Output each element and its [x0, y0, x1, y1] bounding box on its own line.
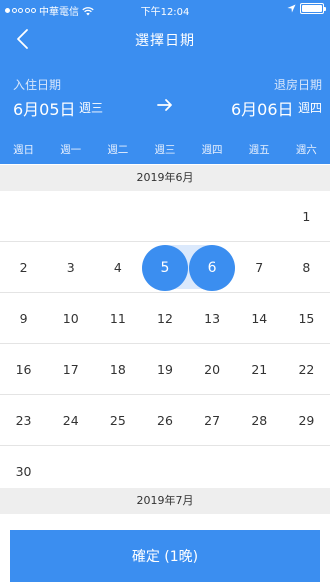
checkin-label: 入住日期: [13, 78, 62, 92]
calendar-day[interactable]: 16: [0, 344, 47, 395]
calendar-day[interactable]: 9: [0, 293, 47, 344]
nav-bar: 選擇日期: [0, 18, 330, 58]
weekday-thu: 週四: [201, 144, 223, 156]
calendar-day[interactable]: 29: [283, 395, 330, 446]
calendar-empty-cell: [236, 191, 283, 242]
status-time: 下午12:04: [140, 7, 190, 18]
calendar-empty-cell: [189, 191, 236, 242]
checkin-weekday: 週三: [79, 101, 104, 115]
calendar-day[interactable]: 13: [189, 293, 236, 344]
calendar-week-row: 16 17 18 19 20 21 22: [0, 344, 330, 395]
calendar-grid-june: 1 2 3 4 5 6 7 8 9 10 11 12 13 14 15 16 17 18 19 20 21 22 23 24 2…: [0, 191, 330, 497]
calendar-day[interactable]: 17: [47, 344, 94, 395]
calendar-day[interactable]: 10: [47, 293, 94, 344]
confirm-button[interactable]: 確定 (1晚): [10, 530, 320, 582]
calendar-day[interactable]: 3: [47, 242, 94, 293]
page-title: 選擇日期: [135, 33, 195, 49]
weekday-sat: 週六: [295, 144, 317, 156]
calendar-day[interactable]: 21: [236, 344, 283, 395]
selected-day-circle: 6: [189, 244, 236, 291]
calendar-week-row: 2345678: [0, 242, 330, 293]
calendar-day[interactable]: 8: [283, 242, 330, 293]
weekday-wed: 週三: [154, 144, 176, 156]
weekday-fri: 週五: [248, 144, 270, 156]
calendar-day[interactable]: 28: [236, 395, 283, 446]
calendar-day[interactable]: 12: [141, 293, 188, 344]
weekday-header-row: 週日 週一 週二 週三 週四 週五 週六: [0, 142, 330, 160]
calendar-day[interactable]: 7: [236, 242, 283, 293]
calendar-day[interactable]: 23: [0, 395, 47, 446]
calendar-day-selected[interactable]: 5: [141, 242, 188, 293]
month-header-june: 2019年6月: [0, 165, 330, 191]
calendar-day[interactable]: 24: [47, 395, 94, 446]
calendar-day[interactable]: 1: [283, 191, 330, 242]
calendar-empty-cell: [47, 191, 94, 242]
calendar-day[interactable]: 25: [94, 395, 141, 446]
calendar-day[interactable]: 14: [236, 293, 283, 344]
battery-icon: [300, 3, 326, 14]
calendar-week-row: 9 10 11 12 13 14 15: [0, 293, 330, 344]
calendar-empty-cell: [141, 191, 188, 242]
calendar-day[interactable]: 20: [189, 344, 236, 395]
checkout-weekday: 週四: [297, 101, 322, 115]
calendar-day[interactable]: 26: [141, 395, 188, 446]
weekday-mon: 週一: [60, 144, 82, 156]
calendar-day[interactable]: 22: [283, 344, 330, 395]
calendar-day[interactable]: 18: [94, 344, 141, 395]
location-arrow-icon: [287, 4, 296, 13]
calendar-week-row: 1: [0, 191, 330, 242]
status-bar: 中華電信 下午12:04: [0, 0, 330, 18]
selected-day-circle: 5: [141, 244, 188, 291]
status-right: [287, 3, 326, 14]
checkout-date[interactable]: 6月06日: [231, 96, 294, 120]
calendar-day-selected[interactable]: 6: [189, 242, 236, 293]
calendar-day[interactable]: 2: [0, 242, 47, 293]
calendar-day[interactable]: 11: [94, 293, 141, 344]
header: 中華電信 下午12:04 選擇日期 入住日期 退房日期 6月05日 週三 6月0…: [0, 0, 330, 164]
calendar-day[interactable]: 15: [283, 293, 330, 344]
checkin-date[interactable]: 6月05日: [13, 96, 76, 120]
calendar-week-row: 23 24 25 26 27 28 29: [0, 395, 330, 446]
calendar-day[interactable]: 27: [189, 395, 236, 446]
checkout-label: 退房日期: [273, 78, 322, 92]
calendar-empty-cell: [94, 191, 141, 242]
calendar-day[interactable]: 4: [94, 242, 141, 293]
calendar-empty-cell: [0, 191, 47, 242]
weekday-tue: 週二: [107, 144, 129, 156]
month-header-july: 2019年7月: [0, 488, 330, 514]
calendar-day[interactable]: 19: [141, 344, 188, 395]
weekday-sun: 週日: [13, 144, 35, 156]
arrow-right-icon: [157, 99, 172, 111]
